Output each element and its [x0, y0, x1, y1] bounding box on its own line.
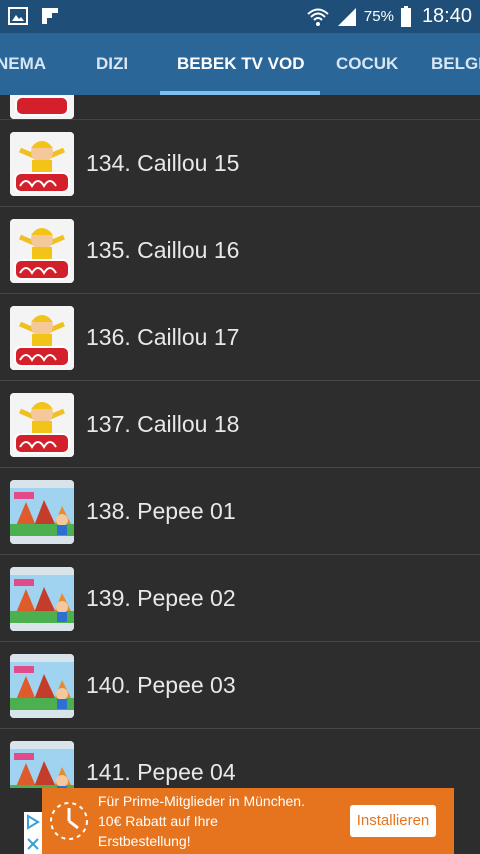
install-button[interactable]: Installieren [350, 805, 436, 837]
list-item-title: 136. Caillou 17 [86, 324, 240, 350]
list-item-title: 140. Pepee 03 [86, 672, 236, 698]
pepee-thumbnail-image [10, 654, 74, 718]
caillou-thumbnail-image [10, 306, 74, 370]
status-bar: 75% 18:40 [0, 0, 480, 33]
tab-sinema[interactable]: NEMA [0, 33, 46, 95]
clock: 18:40 [421, 5, 472, 27]
caillou-thumbnail-image [10, 393, 74, 457]
tab-belgesel[interactable]: BELGE [431, 33, 480, 95]
ad-text-line-3: Erstbestellung! [98, 833, 191, 849]
list-item[interactable]: 140. Pepee 03 [0, 642, 480, 729]
list-item[interactable]: 136. Caillou 17 [0, 294, 480, 381]
list-item-title: 138. Pepee 01 [86, 498, 236, 524]
tab-cocuk[interactable]: COCUK [336, 33, 398, 95]
battery-icon [400, 5, 411, 27]
ad-text: Für Prime-Mitglieder in München. 10€ Rab… [98, 791, 378, 851]
list-item-title: 137. Caillou 18 [86, 411, 240, 437]
list-item[interactable]: 141. Pepee 04 [0, 729, 480, 788]
pepee-thumbnail-image [10, 741, 74, 788]
ad-choices[interactable] [24, 812, 42, 854]
list-item[interactable]: 135. Caillou 16 [0, 207, 480, 294]
list-item-title: 139. Pepee 02 [86, 585, 236, 611]
list-item-title: 141. Pepee 04 [86, 759, 236, 785]
wifi-icon [307, 8, 329, 26]
list-item[interactable]: 134. Caillou 15 [0, 120, 480, 207]
list-item[interactable]: 138. Pepee 01 [0, 468, 480, 555]
caillou-thumbnail-image [10, 219, 74, 283]
ad-info-icon[interactable] [24, 812, 42, 832]
clock-app-icon [46, 796, 92, 846]
video-list: 134. Caillou 15 135. Caillou 16 136. Cai… [0, 95, 480, 788]
ad-text-line-2: 10€ Rabatt auf Ihre [98, 813, 218, 829]
image-notification-icon [8, 7, 28, 25]
caillou-thumbnail-image [10, 95, 74, 119]
ad-text-line-1: Für Prime-Mitglieder in München. [98, 793, 305, 809]
battery-percentage: 75% [363, 8, 394, 25]
tab-dizi[interactable]: DIZI [96, 33, 128, 95]
ad-close-icon[interactable] [24, 834, 42, 854]
category-tabs: NEMA DIZI BEBEK TV VOD COCUK BELGE [0, 33, 480, 95]
pepee-thumbnail-image [10, 567, 74, 631]
caillou-thumbnail-image [10, 132, 74, 196]
list-item-partial[interactable] [0, 95, 480, 120]
list-item[interactable]: 137. Caillou 18 [0, 381, 480, 468]
flipboard-notification-icon [42, 8, 58, 24]
ad-banner[interactable]: Für Prime-Mitglieder in München. 10€ Rab… [0, 788, 480, 854]
signal-icon [337, 7, 356, 26]
list-item-title: 134. Caillou 15 [86, 150, 240, 176]
pepee-thumbnail-image [10, 480, 74, 544]
ad-content[interactable]: Für Prime-Mitglieder in München. 10€ Rab… [42, 788, 454, 854]
list-item-title: 135. Caillou 16 [86, 237, 240, 263]
list-item[interactable]: 139. Pepee 02 [0, 555, 480, 642]
tab-bebek-tv-vod[interactable]: BEBEK TV VOD [177, 33, 305, 95]
